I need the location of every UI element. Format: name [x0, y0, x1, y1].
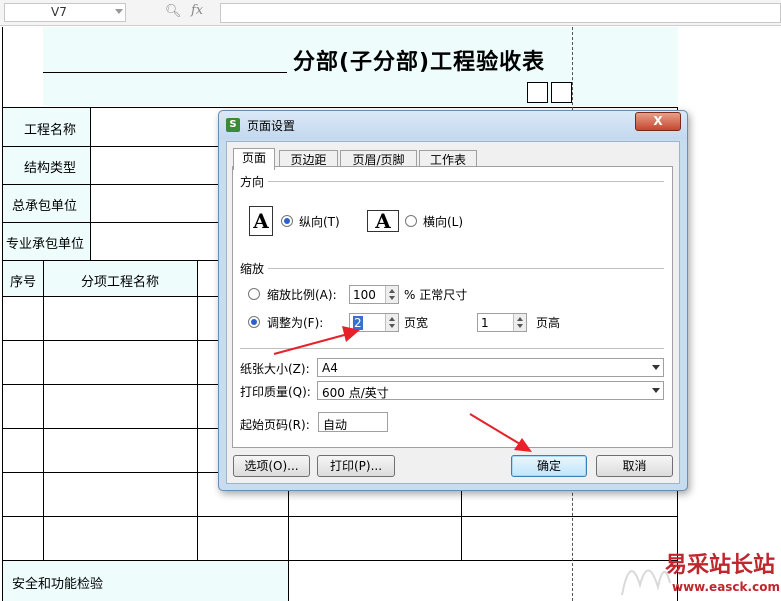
first-page-value: 自动	[323, 418, 348, 432]
grid-line	[2, 472, 218, 473]
grid-line	[2, 340, 218, 341]
paper-size-value: A4	[322, 361, 338, 375]
grid-line	[90, 108, 91, 260]
structure-type-label: 结构类型	[24, 161, 77, 176]
name-box[interactable]: V7	[4, 3, 126, 22]
scale-ratio-radio[interactable]	[248, 288, 260, 300]
app-icon: S	[226, 118, 240, 132]
grid-line	[2, 184, 218, 185]
fit-to-radio[interactable]	[248, 316, 260, 328]
print-button[interactable]: 打印(P)...	[317, 455, 395, 477]
formula-input[interactable]	[220, 3, 781, 23]
first-page-field[interactable]: 自动	[318, 412, 388, 432]
chevron-down-icon[interactable]	[652, 388, 660, 393]
landscape-label[interactable]: 横向(L)	[423, 213, 463, 230]
project-name-label: 工程名称	[24, 123, 77, 138]
landscape-page-icon: A	[367, 210, 399, 232]
chevron-down-icon[interactable]	[652, 365, 660, 370]
annotation-arrow-icon	[273, 326, 360, 355]
paper-size-select[interactable]: A4	[317, 358, 664, 377]
name-box-dropdown-icon[interactable]	[115, 9, 123, 14]
grid-line	[2, 107, 678, 108]
portrait-label[interactable]: 纵向(T)	[299, 213, 340, 230]
print-quality-value: 600 点/英寸	[322, 386, 389, 400]
grid-line	[197, 260, 198, 560]
seq-no-header: 序号	[10, 275, 37, 290]
grid-line	[2, 428, 218, 429]
annotation-arrow-icon	[469, 413, 532, 452]
title-underline	[43, 72, 287, 73]
fit-pages-tall-suffix: 页高	[536, 316, 561, 330]
grid-line	[2, 222, 218, 223]
scale-ratio-value: 100	[353, 288, 376, 302]
fit-pages-wide-suffix: 页宽	[404, 316, 429, 330]
grid-line	[2, 516, 678, 517]
grid-line	[2, 384, 218, 385]
print-quality-label: 打印质量(Q):	[240, 385, 311, 399]
grid-line	[2, 296, 218, 297]
grid-line	[2, 27, 3, 601]
portrait-page-icon: A	[249, 206, 273, 236]
safety-check-label: 安全和功能检验	[12, 577, 104, 592]
cell-reference: V7	[51, 5, 67, 19]
watermark-url: www.easck.com	[672, 580, 780, 594]
paper-size-label: 纸张大小(Z):	[240, 362, 310, 376]
page-tab-panel	[232, 166, 673, 448]
zoom-icon[interactable]: 🔍︎	[165, 4, 182, 20]
close-icon[interactable]: X	[635, 112, 681, 131]
landscape-radio[interactable]	[405, 215, 417, 227]
grid-line	[2, 146, 218, 147]
specialty-contractor-label: 专业承包单位	[6, 237, 85, 252]
first-page-label: 起始页码(R):	[240, 418, 310, 432]
scale-ratio-label[interactable]: 缩放比例(A):	[267, 286, 337, 303]
function-icon[interactable]: fx	[191, 3, 203, 18]
ok-button[interactable]: 确定	[511, 455, 587, 477]
grid-line	[288, 490, 289, 601]
grid-line	[461, 490, 462, 560]
scale-ratio-suffix: % 正常尺寸	[404, 288, 468, 302]
portrait-radio[interactable]	[281, 215, 293, 227]
checkbox-cell[interactable]	[551, 82, 572, 103]
spin-buttons[interactable]	[513, 314, 526, 331]
fit-pages-tall-value: 1	[481, 316, 489, 330]
dialog-titlebar[interactable]: S 页面设置 X	[219, 111, 687, 139]
cancel-button[interactable]: 取消	[596, 455, 673, 477]
grid-line	[2, 260, 218, 261]
print-quality-select[interactable]: 600 点/英寸	[317, 381, 664, 400]
sheet-title: 分部(子分部)工程验收表	[293, 50, 546, 75]
general-contractor-label: 总承包单位	[12, 199, 78, 214]
watermark-text: 易采站长站	[665, 552, 776, 578]
scaling-group-label: 缩放	[240, 262, 265, 276]
grid-line	[2, 560, 678, 561]
orientation-group-label: 方向	[240, 175, 265, 189]
dialog-title: 页面设置	[247, 119, 296, 133]
grid-line	[43, 260, 44, 560]
group-divider	[268, 181, 664, 182]
tab-page[interactable]: 页面	[233, 148, 275, 170]
item-name-header: 分项工程名称	[81, 275, 160, 290]
formula-bar: V7 🔍︎ fx	[0, 0, 781, 26]
scale-ratio-stepper[interactable]: 100	[349, 285, 399, 304]
spin-buttons[interactable]	[385, 286, 398, 303]
checkbox-cell[interactable]	[527, 82, 548, 103]
group-divider	[268, 268, 664, 269]
spin-buttons[interactable]	[385, 314, 398, 331]
fit-pages-tall-stepper[interactable]: 1	[477, 313, 527, 332]
options-button[interactable]: 选项(O)...	[233, 455, 310, 477]
